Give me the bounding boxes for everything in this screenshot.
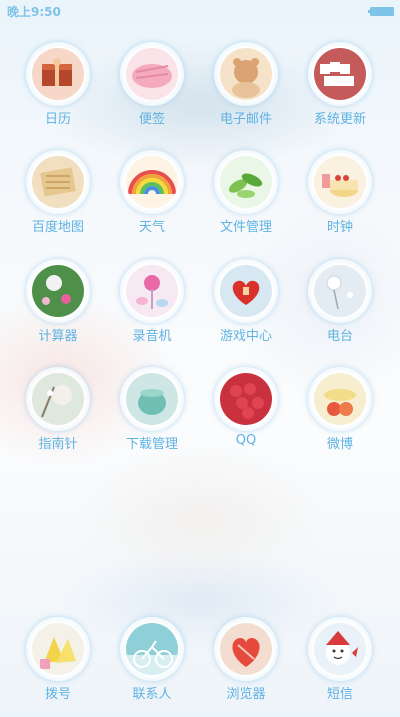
app-weibo[interactable]: 微博: [290, 367, 390, 467]
raspberries-icon: [220, 373, 272, 425]
app-game-center[interactable]: 游戏中心: [196, 259, 296, 359]
love-blocks-icon: [314, 48, 366, 100]
app-recorder[interactable]: 录音机: [102, 259, 202, 359]
teddy-bear-icon: [220, 48, 272, 100]
app-label: QQ: [235, 433, 257, 448]
cake-icon: [314, 156, 366, 208]
battery-icon: [368, 7, 394, 16]
app-label: 文件管理: [219, 220, 272, 235]
dock-browser[interactable]: 浏览器: [196, 617, 296, 717]
dock-dialer[interactable]: 拨号: [8, 617, 108, 717]
app-label: 游戏中心: [219, 329, 272, 344]
snowman-icon: [314, 623, 366, 675]
heart-cup-icon: [220, 623, 272, 675]
app-label: 电子邮件: [219, 112, 272, 127]
app-baidu-map[interactable]: 百度地图: [8, 150, 108, 250]
app-label: 天气: [138, 220, 165, 235]
letter-tiles-icon: [32, 156, 84, 208]
app-label: 短信: [326, 687, 353, 702]
app-label: 联系人: [132, 687, 172, 702]
status-time: 晚上9:50: [7, 5, 61, 19]
app-file-manager[interactable]: 文件管理: [196, 150, 296, 250]
app-label: 下载管理: [125, 437, 178, 452]
app-radio[interactable]: 电台: [290, 259, 390, 359]
app-qq[interactable]: QQ: [196, 367, 296, 467]
app-weather[interactable]: 天气: [102, 150, 202, 250]
app-label: 指南针: [38, 437, 78, 452]
app-email[interactable]: 电子邮件: [196, 42, 296, 142]
bicycle-icon: [126, 623, 178, 675]
dandelion-icon: [314, 265, 366, 317]
dock-contacts[interactable]: 联系人: [102, 617, 202, 717]
app-system-update[interactable]: 系统更新: [290, 42, 390, 142]
app-label: 微博: [326, 437, 353, 452]
app-label: 日历: [44, 112, 71, 127]
app-label: 系统更新: [313, 112, 366, 127]
app-label: 浏览器: [226, 687, 266, 702]
app-download-manager[interactable]: 下载管理: [102, 367, 202, 467]
app-label: 计算器: [38, 329, 78, 344]
app-calendar[interactable]: 日历: [8, 42, 108, 142]
green-leaves-icon: [220, 156, 272, 208]
app-label: 电台: [326, 329, 353, 344]
app-label: 时钟: [326, 220, 353, 235]
rainbow-icon: [126, 156, 178, 208]
red-heart-icon: [220, 265, 272, 317]
yellow-flowers-icon: [32, 623, 84, 675]
app-clock[interactable]: 时钟: [290, 150, 390, 250]
pink-notes-icon: [126, 48, 178, 100]
app-label: 录音机: [132, 329, 172, 344]
app-compass[interactable]: 指南针: [8, 367, 108, 467]
dock-messages[interactable]: 短信: [290, 617, 390, 717]
app-label: 拨号: [44, 687, 71, 702]
candy-icon: [126, 265, 178, 317]
app-label: 便签: [138, 112, 165, 127]
blossom-icon: [32, 373, 84, 425]
app-label: 百度地图: [31, 220, 84, 235]
status-bar: 晚上9:50: [0, 0, 400, 22]
gift-box-icon: [32, 48, 84, 100]
app-notes[interactable]: 便签: [102, 42, 202, 142]
fruit-bowl-icon: [314, 373, 366, 425]
teal-cup-icon: [126, 373, 178, 425]
flowers-icon: [32, 265, 84, 317]
app-calculator[interactable]: 计算器: [8, 259, 108, 359]
